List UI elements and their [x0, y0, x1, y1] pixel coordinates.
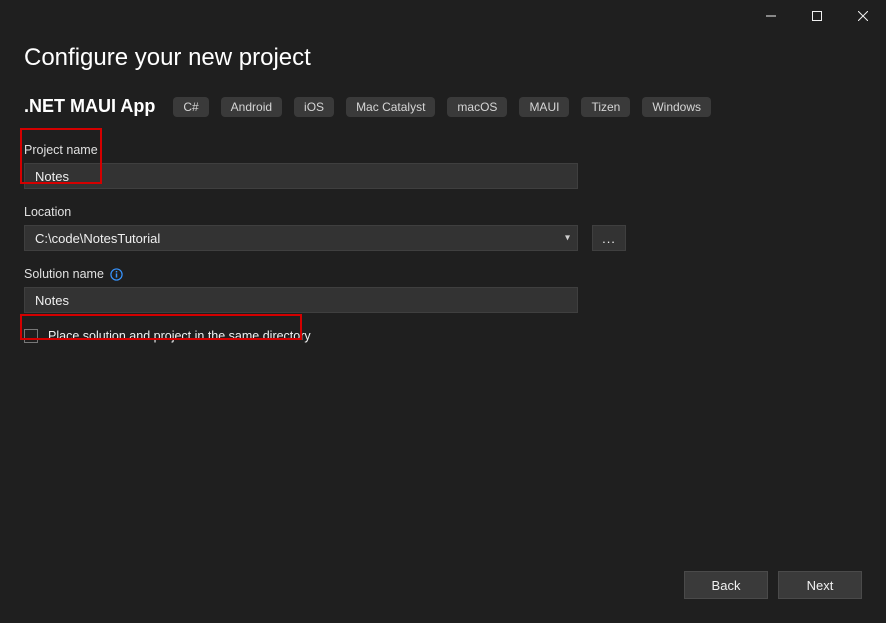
window-titlebar — [0, 0, 886, 32]
browse-button[interactable]: ... — [592, 225, 626, 251]
tag: MAUI — [519, 97, 569, 117]
tag: Mac Catalyst — [346, 97, 435, 117]
location-label: Location — [24, 205, 862, 219]
solution-name-label: Solution name — [24, 267, 104, 281]
tag: Tizen — [581, 97, 630, 117]
location-group: Location ▾ ... — [24, 205, 862, 251]
solution-name-group: Solution name — [24, 267, 862, 313]
info-icon[interactable] — [110, 268, 123, 281]
tag: Android — [221, 97, 282, 117]
tag: Windows — [642, 97, 711, 117]
back-button[interactable]: Back — [684, 571, 768, 599]
minimize-button[interactable] — [748, 0, 794, 32]
minimize-icon — [766, 11, 776, 21]
tag: iOS — [294, 97, 334, 117]
project-name-group: Project name — [24, 143, 862, 189]
project-name-label: Project name — [24, 143, 862, 157]
location-combo[interactable] — [24, 225, 578, 251]
tag: C# — [173, 97, 208, 117]
solution-name-input[interactable] — [24, 287, 578, 313]
page-title: Configure your new project — [24, 44, 862, 72]
maximize-icon — [812, 11, 822, 21]
template-name: .NET MAUI App — [24, 96, 155, 117]
close-icon — [858, 11, 868, 21]
project-name-input[interactable] — [24, 163, 578, 189]
template-summary-row: .NET MAUI App C# Android iOS Mac Catalys… — [24, 96, 862, 117]
same-directory-checkbox[interactable] — [24, 329, 38, 343]
maximize-button[interactable] — [794, 0, 840, 32]
tag: macOS — [447, 97, 507, 117]
same-directory-label: Place solution and project in the same d… — [48, 329, 311, 343]
footer-buttons: Back Next — [684, 571, 862, 599]
next-button[interactable]: Next — [778, 571, 862, 599]
close-button[interactable] — [840, 0, 886, 32]
same-directory-checkbox-row[interactable]: Place solution and project in the same d… — [24, 329, 862, 343]
